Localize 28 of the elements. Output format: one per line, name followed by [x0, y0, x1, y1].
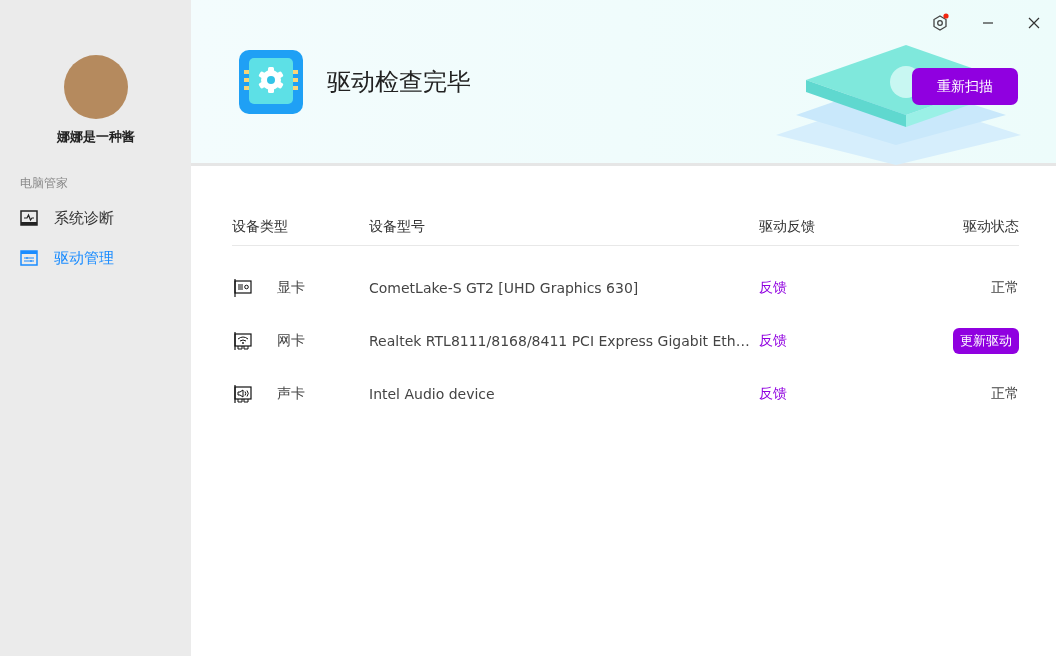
device-type: 声卡 — [277, 384, 305, 403]
update-driver-button[interactable]: 更新驱动 — [953, 327, 1019, 354]
page-title: 驱动检查完毕 — [327, 66, 471, 98]
feedback-link[interactable]: 反馈 — [759, 331, 787, 350]
column-header: 驱动状态 — [963, 216, 1019, 236]
status-text: 正常 — [991, 278, 1019, 297]
network-card-icon — [232, 330, 252, 351]
user-name: 娜娜是一种酱 — [56, 128, 135, 146]
app-logo-icon — [239, 49, 303, 114]
column-header: 驱动反馈 — [759, 216, 815, 236]
column-header: 设备类型 — [232, 216, 288, 236]
sound-card-icon — [232, 383, 252, 404]
device-type: 网卡 — [277, 331, 305, 350]
rescan-button[interactable]: 重新扫描 — [912, 68, 1018, 105]
device-model: Intel Audio device — [369, 385, 495, 402]
status-text: 正常 — [991, 384, 1019, 403]
column-header: 设备型号 — [369, 216, 425, 236]
feedback-link[interactable]: 反馈 — [759, 384, 787, 403]
feedback-link[interactable]: 反馈 — [759, 278, 787, 297]
close-icon — [1028, 17, 1040, 29]
settings-window-icon — [20, 250, 38, 266]
graphics-card-icon — [232, 277, 252, 298]
monitor-icon — [20, 210, 38, 226]
device-type: 显卡 — [277, 278, 305, 297]
device-model: Realtek RTL8111/8168/8411 PCI Express Gigabit Eth… — [369, 332, 750, 349]
section-title: 电脑管家 — [20, 175, 69, 192]
sidebar-item[interactable]: 系统诊断 — [0, 198, 191, 238]
device-model: CometLake-S GT2 [UHD Graphics 630] — [369, 279, 639, 296]
